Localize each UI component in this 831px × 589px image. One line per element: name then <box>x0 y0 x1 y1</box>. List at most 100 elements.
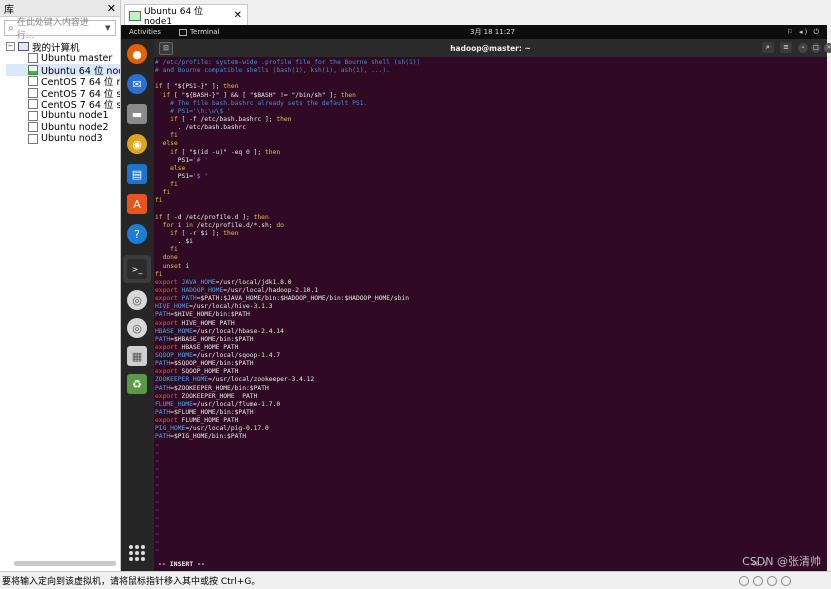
close-icon[interactable]: ✕ <box>107 2 116 15</box>
terminal-small-icon <box>178 28 187 36</box>
device-icon[interactable] <box>767 575 777 586</box>
activities-button[interactable]: Activities <box>129 28 161 36</box>
vm-list-item[interactable]: CentOS 7 64 位 slav <box>6 87 120 99</box>
device-icon[interactable] <box>781 575 791 586</box>
show-apps-icon[interactable] <box>129 545 145 561</box>
code-token: # /etc/profile: system-wide .profile fil… <box>155 59 421 66</box>
help-icon[interactable]: ? <box>126 223 148 245</box>
code-token: do <box>276 221 284 229</box>
code-token: fi <box>155 132 178 140</box>
empty-line-marker: ~ <box>155 466 159 474</box>
code-line: unset i <box>155 263 827 271</box>
code-line: if [ "${PS1-}" ]; then <box>155 83 827 91</box>
terminal-header-bar: ⊡ hadoop@master: ~ ⌕ ≡ – □ ✕ <box>154 39 831 57</box>
code-token: for <box>155 221 174 229</box>
rhythmbox-icon[interactable]: ◉ <box>126 133 148 155</box>
menu-icon[interactable]: ≡ <box>780 42 792 53</box>
code-token: [ "${PS1-}" ]; <box>162 83 224 91</box>
empty-line-marker: ~ <box>155 514 159 522</box>
maximize-icon[interactable]: □ <box>811 43 821 53</box>
code-line: if [ -f /etc/bash.bashrc ]; then <box>155 116 827 124</box>
code-token: =$ZOOKEEPER_HOME/bin:$PATH <box>170 384 269 392</box>
thunderbird-icon[interactable]: ✉ <box>126 73 148 95</box>
device-icon[interactable] <box>739 575 749 586</box>
firefox-icon[interactable]: ● <box>126 43 148 65</box>
files-icon[interactable]: ▬ <box>126 103 148 125</box>
system-menu-icons[interactable]: ⚐ ◂) ⏻ <box>786 28 821 37</box>
code-token: /etc/profile.d/*.sh; <box>192 221 277 229</box>
app-menu-label: Terminal <box>189 28 220 36</box>
vim-buffer[interactable]: # /etc/profile: system-wide .profile fil… <box>154 57 827 571</box>
tree-root-label: 我的计算机 <box>32 42 80 53</box>
app-menu[interactable]: Terminal <box>178 28 220 36</box>
code-line: export FLUME_HOME PATH <box>155 417 827 425</box>
tab-ubuntu-node1[interactable]: Ubuntu 64 位 node1 ✕ <box>124 4 248 27</box>
code-token: '# ' <box>192 156 209 164</box>
disc-icon[interactable]: ◎ <box>126 289 148 311</box>
vm-list-item[interactable]: CentOS 7 64 位 mas <box>6 76 120 87</box>
empty-line-marker: ~ <box>155 523 159 531</box>
code-line: SQOOP_HOME=/usr/local/sqoop-1.4.7 <box>155 352 827 360</box>
vm-icon <box>28 122 38 133</box>
writer-icon[interactable]: ▤ <box>126 163 148 185</box>
code-token: =/usr/local/flume-1.7.0 <box>192 400 281 408</box>
code-line: export HBASE_HOME PATH <box>155 344 827 352</box>
terminal-icon[interactable]: >_ <box>123 255 151 283</box>
vm-icon <box>28 87 38 98</box>
code-line: done <box>155 254 827 262</box>
vm-list-item[interactable]: Ubuntu node1 <box>6 110 120 122</box>
close-tab-icon[interactable]: ✕ <box>234 10 242 21</box>
clock[interactable]: 3月 18 11:27 <box>470 27 515 37</box>
code-token: HADOOP_HOME <box>181 286 224 294</box>
vm-display[interactable]: Activities Terminal 3月 18 11:27 ⚐ ◂) ⏻ ●… <box>121 25 831 571</box>
vm-list-item[interactable]: CentOS 7 64 位 slav <box>6 99 120 110</box>
code-token: [ -d /etc/profile.d ]; <box>162 213 254 221</box>
search-icon[interactable]: ⌕ <box>762 42 774 53</box>
device-tray[interactable] <box>739 575 791 586</box>
code-line: else <box>155 140 827 148</box>
vm-name: Ubuntu nod3 <box>41 133 103 145</box>
code-token: i <box>173 221 186 229</box>
code-token: if <box>155 91 171 99</box>
minimize-icon[interactable]: – <box>798 43 808 53</box>
code-line: # and Bourne compatible shells (bash(1),… <box>155 67 827 75</box>
drive-icon[interactable]: ▦ <box>126 345 148 367</box>
vm-list-item[interactable]: Ubuntu node2 <box>6 122 120 134</box>
code-line: HIVE_HOME=/usr/local/hive-3.1.3 <box>155 303 827 311</box>
code-token: if <box>155 213 163 221</box>
tree-root[interactable]: − 我的计算机 <box>6 41 120 53</box>
vm-name: CentOS 7 64 位 slav <box>41 100 120 110</box>
code-token: PS1= <box>155 156 193 164</box>
code-token: FLUME_HOME PATH <box>181 417 239 425</box>
vm-list-item[interactable]: Ubuntu nod3 <box>6 133 120 145</box>
code-token: export <box>155 278 182 286</box>
vm-list-item[interactable]: Ubuntu master <box>6 53 120 65</box>
code-line: fi <box>155 197 827 205</box>
vm-icon <box>28 53 38 64</box>
code-token: [ -r $i ]; <box>177 229 224 237</box>
code-token: . /etc/bash.bashrc <box>155 124 246 132</box>
terminal-window[interactable]: ⊡ hadoop@master: ~ ⌕ ≡ – □ ✕ # /etc/prof… <box>154 39 831 571</box>
code-line: else <box>155 165 827 173</box>
trash-icon[interactable]: ♻ <box>126 373 148 395</box>
chevron-down-icon[interactable]: ▼ <box>105 24 115 32</box>
close-icon[interactable]: ✕ <box>824 43 831 53</box>
code-line: PIG_HOME=/usr/local/pig-0.17.0 <box>155 425 827 433</box>
code-token: if <box>155 148 178 156</box>
software-icon[interactable]: A <box>126 193 148 215</box>
vm-list-item[interactable]: Ubuntu 64 位 node1 <box>6 64 120 76</box>
search-icon: ⌕ <box>8 22 14 34</box>
code-line: if [ "$(id -u)" -eq 0 ]; then <box>155 149 827 157</box>
device-icon[interactable] <box>753 575 763 586</box>
code-token: PATH <box>155 335 171 343</box>
disc-icon[interactable]: ◎ <box>126 317 148 339</box>
library-scrollbar[interactable] <box>14 561 116 566</box>
collapse-icon[interactable]: − <box>6 42 15 52</box>
code-token: # The file bash.bashrc already sets the … <box>155 99 368 107</box>
code-token: =$SQOOP_HOME/bin:$PATH <box>170 360 254 368</box>
code-token: =$HIVE_HOME/bin:$PATH <box>170 311 250 319</box>
code-token: export <box>155 343 182 351</box>
library-search-input[interactable]: ⌕ 在此处键入内容进行... ▼ <box>4 18 116 41</box>
code-token: =/usr/local/sqoop-1.4.7 <box>192 352 281 360</box>
